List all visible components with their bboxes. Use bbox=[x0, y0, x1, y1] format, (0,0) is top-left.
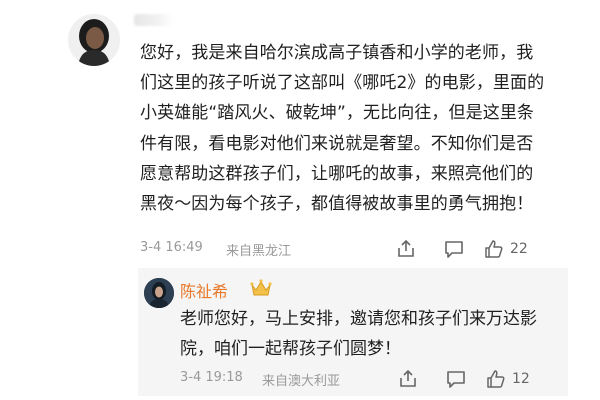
like-icon bbox=[485, 240, 503, 258]
reply-timestamp: 3-4 19:18 bbox=[180, 370, 243, 385]
reply-username[interactable]: 陈祉希 bbox=[180, 278, 228, 302]
location: 来自黑龙江 bbox=[226, 244, 292, 259]
avatar[interactable] bbox=[68, 14, 120, 66]
reply-meta: 3-4 19:18 来自澳大利亚 12 bbox=[180, 368, 560, 390]
share-icon bbox=[398, 239, 414, 257]
comment-icon bbox=[445, 241, 463, 258]
share-icon bbox=[400, 369, 416, 387]
comment-text: 您好，我是来自哈尔滨成高子镇香和小学的老师，我们这里的孩子听说了这部叫《哪吒2》… bbox=[140, 43, 545, 215]
crown-icon bbox=[250, 279, 272, 296]
reply-comment-button[interactable] bbox=[446, 368, 466, 390]
reply-like-count: 12 bbox=[512, 371, 530, 387]
like-button[interactable]: 22 bbox=[484, 238, 528, 260]
comment-main: 您好，我是来自哈尔滨成高子镇香和小学的老师，我们这里的孩子听说了这部叫《哪吒2》… bbox=[0, 0, 600, 268]
reply-text: 老师您好，马上安排，邀请您和孩子们来万达影院，咱们一起帮孩子们圆梦！ bbox=[180, 309, 537, 359]
reply-share-button[interactable] bbox=[398, 368, 418, 390]
comment-meta: 3-4 16:49 来自黑龙江 22 bbox=[140, 238, 540, 260]
like-icon bbox=[487, 370, 505, 388]
timestamp: 3-4 16:49 bbox=[140, 240, 203, 255]
share-button[interactable] bbox=[396, 238, 416, 260]
username-redacted bbox=[134, 14, 174, 26]
reply-like-button[interactable]: 12 bbox=[486, 368, 530, 390]
comment-button[interactable] bbox=[444, 238, 464, 260]
comment-icon bbox=[447, 371, 465, 388]
like-count: 22 bbox=[510, 241, 528, 257]
reply-block: 陈祉希 老师您好，马上安排，邀请您和孩子们来万达影院，咱们一起帮孩子们圆梦！ 3… bbox=[138, 268, 568, 396]
reply-avatar[interactable] bbox=[144, 278, 174, 308]
reply-location: 来自澳大利亚 bbox=[262, 374, 341, 389]
